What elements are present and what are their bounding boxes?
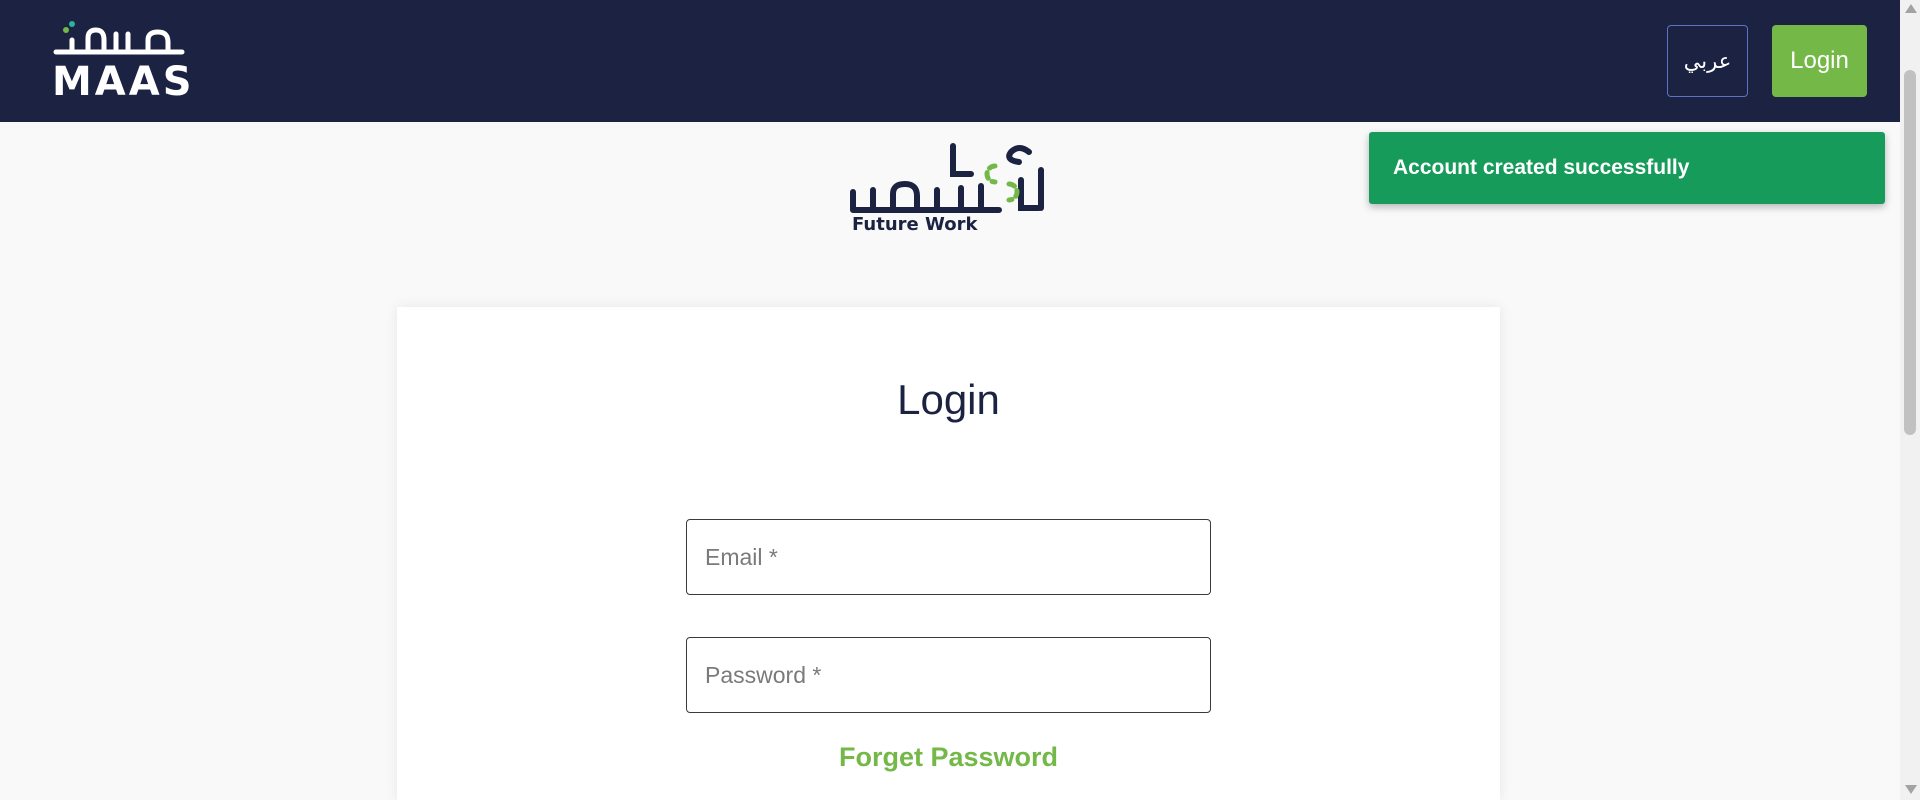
toast-message: Account created successfully (1393, 156, 1690, 179)
scrollbar-thumb[interactable] (1904, 70, 1916, 435)
forgot-password-link[interactable]: Forget Password (397, 742, 1500, 773)
email-field[interactable] (686, 519, 1211, 595)
success-toast[interactable]: Account created successfully (1369, 132, 1885, 204)
top-navbar: MAAS عربي Login (0, 0, 1900, 122)
scroll-up-arrow-icon[interactable] (1905, 4, 1917, 13)
maas-logo[interactable]: MAAS (52, 18, 192, 104)
maas-latin-logo-text: MAAS (52, 59, 195, 105)
login-nav-button[interactable]: Login (1772, 25, 1867, 97)
scroll-down-arrow-icon[interactable] (1905, 785, 1917, 794)
login-title: Login (897, 376, 1000, 423)
page-scrollbar[interactable] (1900, 0, 1920, 800)
password-field[interactable] (686, 637, 1211, 713)
maas-arabic-logo-mark (53, 21, 185, 55)
future-work-latin-logo-text: Future Work (852, 214, 978, 235)
future-work-logo: Future Work (849, 140, 1049, 240)
future-work-arabic-logo-mark (850, 143, 1044, 213)
language-toggle-button[interactable]: عربي (1667, 25, 1748, 97)
login-card: Login Forget Password (397, 307, 1500, 800)
